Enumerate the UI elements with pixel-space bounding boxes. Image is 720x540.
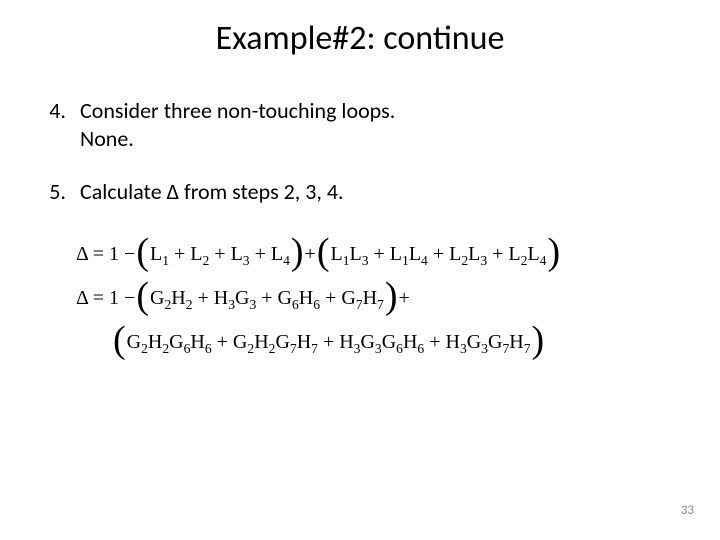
eq-lhs: Δ = 1 − [76,276,135,320]
item-body: Consider three non-touching loops. None. [80,97,684,152]
slide: Example#2: continue 4. Consider three no… [0,0,720,540]
equation-1: Δ = 1 − ( L1 + L2 + L3 + L4 ) + ( L1L3 +… [76,232,720,276]
item-text: None. [80,125,684,153]
page-number: 33 [681,503,694,518]
eq-group: G2H2 + H3G3 + G6H6 + G7H7 [150,276,384,320]
eq-group: L1 + L2 + L3 + L4 [150,232,290,276]
eq-mid: + [398,276,409,320]
eq-mid: + [305,232,316,276]
item-number: 4. [36,97,80,152]
item-text: Calculate Δ from steps 2, 3, 4. [80,178,684,206]
list-item: 4. Consider three non-touching loops. No… [36,97,684,152]
content-block: 4. Consider three non-touching loops. No… [0,59,720,206]
equation-2-line1: Δ = 1 − ( G2H2 + H3G3 + G6H6 + G7H7 ) + [76,276,720,320]
list-item: 5. Calculate Δ from steps 2, 3, 4. [36,178,684,206]
equation-2-line2: ( G2H2G6H6 + G2H2G7H7 + H3G3G6H6 + H3G3G… [112,320,720,364]
eq-lhs: Δ = 1 − [76,232,135,276]
item-number: 5. [36,178,80,206]
item-text: Consider three non-touching loops. [80,97,684,125]
eq-group: L1L3 + L1L4 + L2L3 + L2L4 [330,232,546,276]
math-block: Δ = 1 − ( L1 + L2 + L3 + L4 ) + ( L1L3 +… [76,232,720,364]
page-title: Example#2: continue [0,0,720,59]
item-body: Calculate Δ from steps 2, 3, 4. [80,178,684,206]
eq-group: G2H2G6H6 + G2H2G7H7 + H3G3G6H6 + H3G3G7H… [127,320,531,364]
